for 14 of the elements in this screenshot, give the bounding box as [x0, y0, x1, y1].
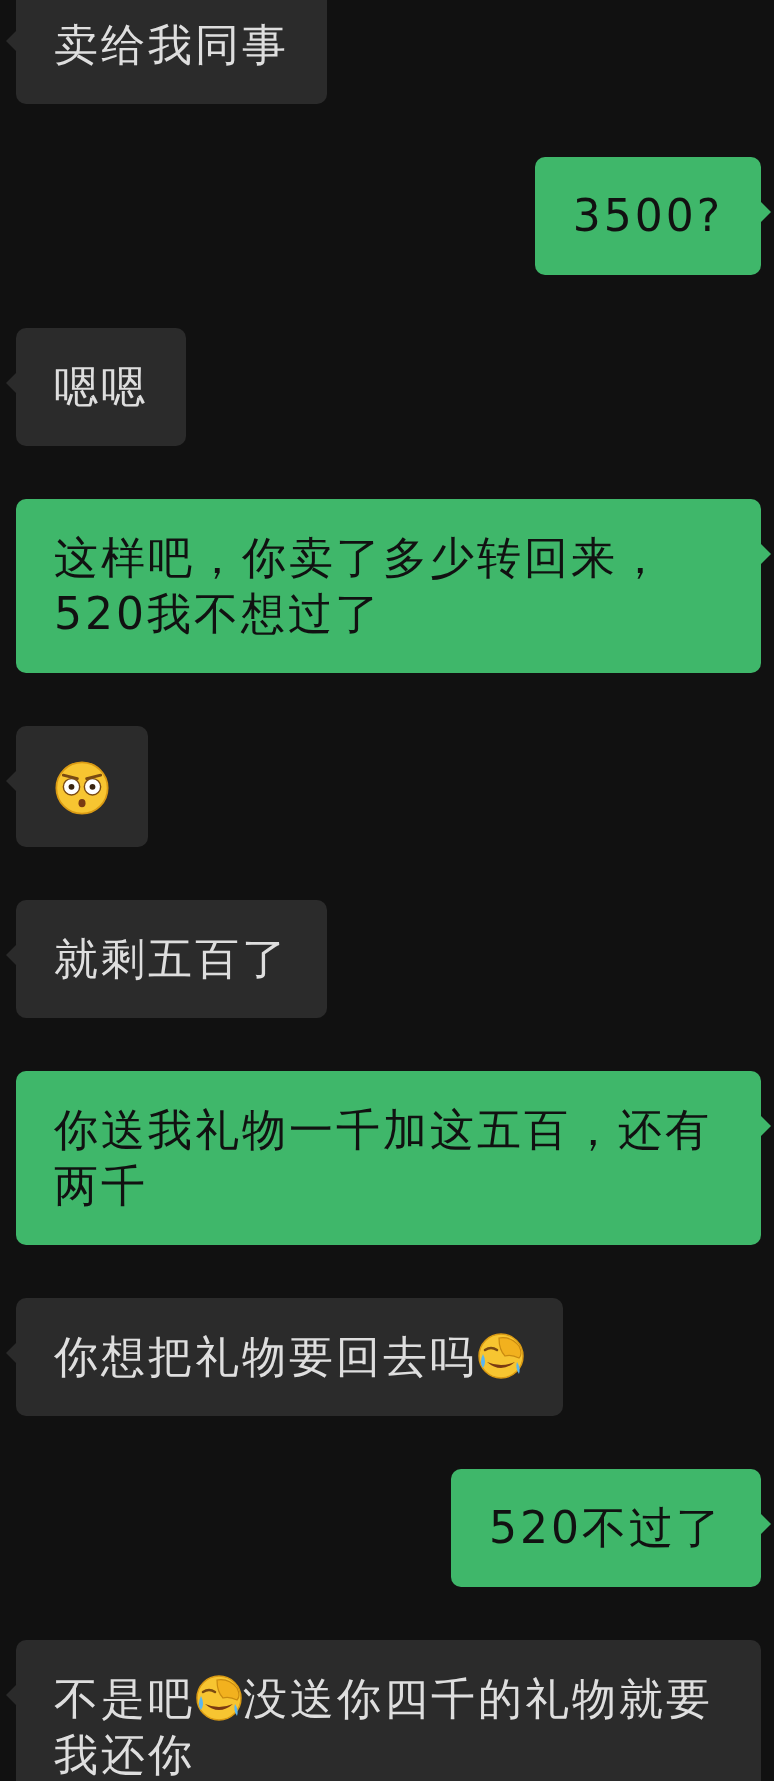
facepalm-face-icon — [477, 1332, 525, 1380]
message-text: 你送我礼物一千加这五百，还有两千 — [54, 1104, 712, 1211]
message-text: 不是吧 — [54, 1672, 195, 1726]
message-text: 这样吧，你卖了多少转回来，520我不想过了 — [54, 532, 665, 639]
message-text: 没送你四千的礼物就要 — [243, 1672, 713, 1726]
facepalm-face-icon — [195, 1674, 243, 1722]
message-text: 就剩五百了 — [54, 933, 289, 984]
message-text: 3500? — [572, 190, 723, 241]
message-text: 我还你 — [54, 1728, 195, 1781]
shocked-face-icon — [54, 760, 110, 816]
message-text: 卖给我同事 — [54, 19, 289, 70]
message-text: 你想把礼物要回去吗 — [54, 1330, 477, 1384]
message-text: 520不过了 — [489, 1502, 723, 1553]
message-text: 嗯嗯 — [54, 361, 148, 412]
